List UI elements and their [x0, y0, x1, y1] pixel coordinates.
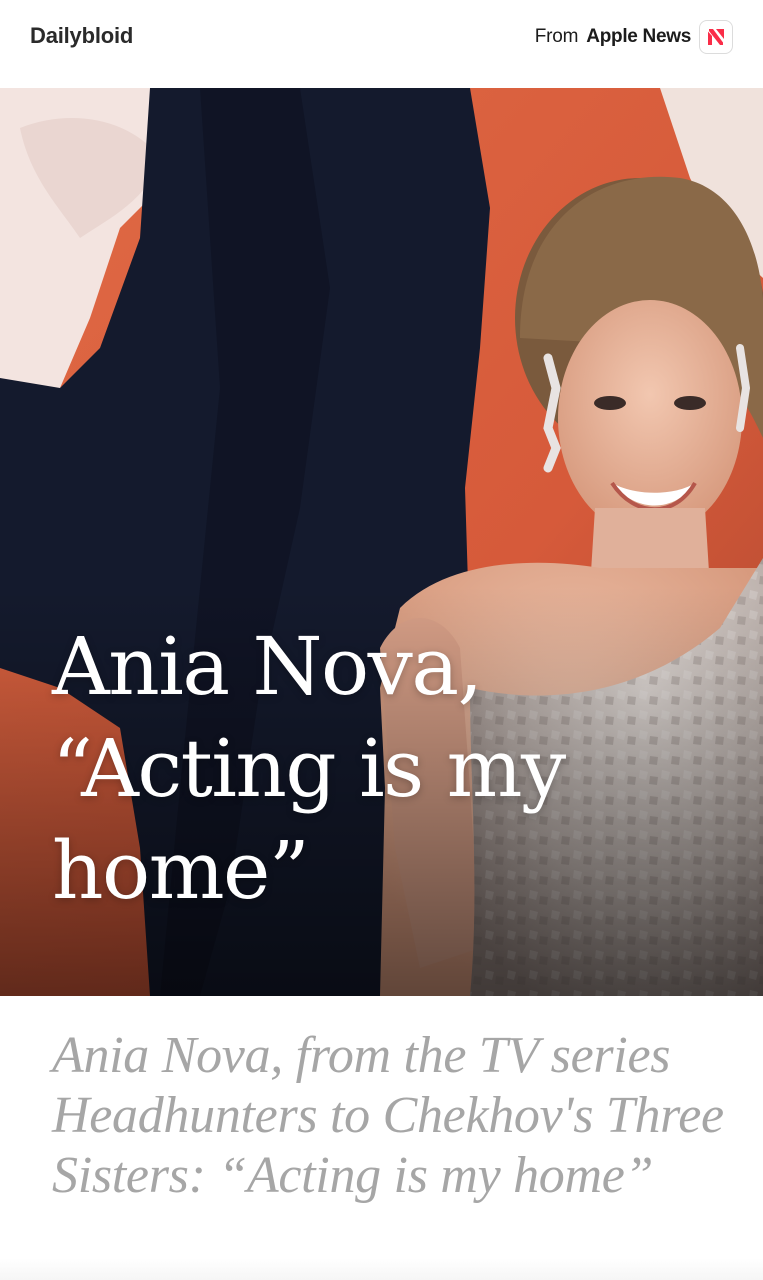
bottom-fade: [0, 1258, 763, 1280]
source-prefix: From: [534, 26, 579, 47]
source-attribution[interactable]: From Apple News: [535, 18, 733, 56]
app-header: Dailybloid From Apple News: [0, 0, 763, 88]
publication-name[interactable]: Dailybloid: [30, 23, 133, 49]
hero-image[interactable]: Ania Nova, “Acting is my home”: [0, 88, 763, 996]
apple-news-icon[interactable]: [699, 20, 733, 54]
article-headline[interactable]: Ania Nova, “Acting is my home”: [52, 616, 692, 922]
article-subtitle[interactable]: Ania Nova, from the TV series Headhunter…: [52, 1026, 732, 1206]
source-name: Apple News: [586, 26, 691, 47]
